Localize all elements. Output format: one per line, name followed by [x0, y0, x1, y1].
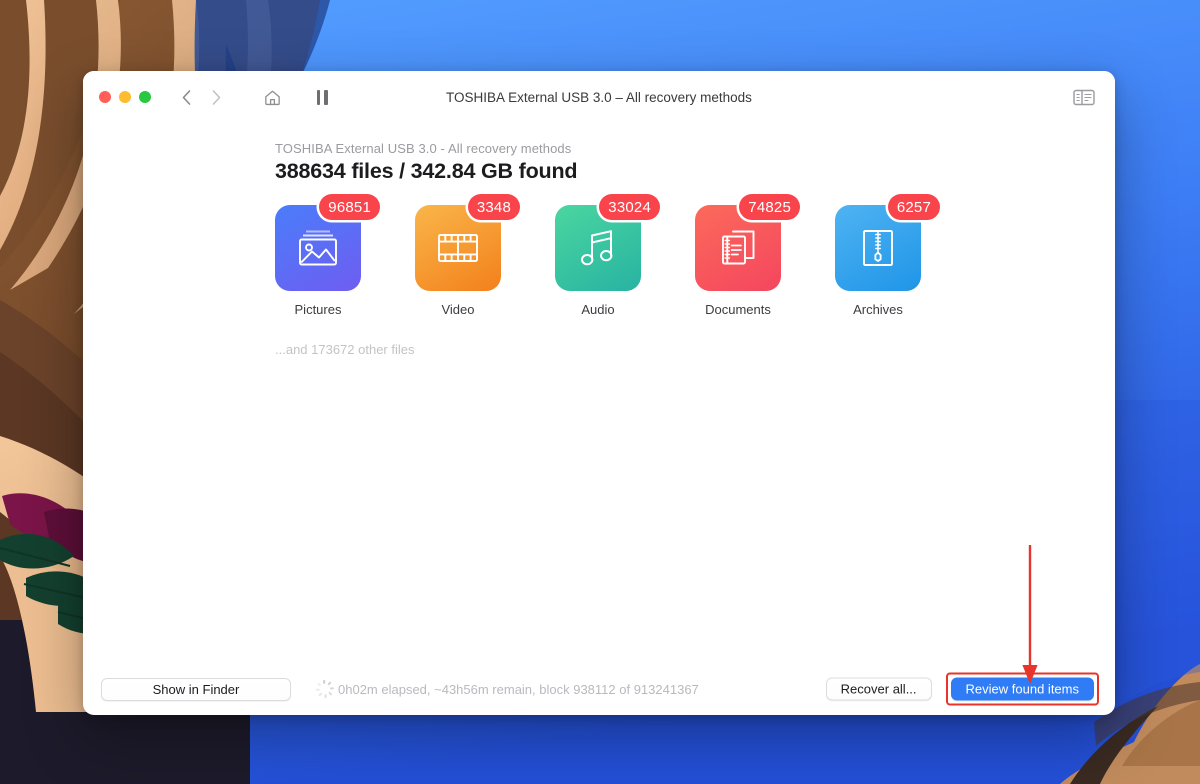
results-panel: TOSHIBA External USB 3.0 - All recovery …	[83, 123, 1115, 663]
sidebar-toggle-icon[interactable]	[1071, 86, 1097, 108]
category-tiles: 96851 Pictures 3348 Video 33024 Audio 74…	[83, 194, 1115, 317]
results-subheading: TOSHIBA External USB 3.0 - All recovery …	[275, 141, 572, 156]
category-badge-count: 33024	[599, 194, 660, 220]
category-badge-count: 74825	[739, 194, 800, 220]
pause-icon[interactable]	[307, 83, 337, 111]
category-label: Audio	[581, 302, 615, 317]
zoom-button[interactable]	[139, 91, 151, 103]
chevron-right-icon[interactable]	[203, 84, 229, 110]
other-files-note: ...and 173672 other files	[275, 342, 415, 357]
home-icon[interactable]	[257, 83, 287, 111]
category-tile-pictures[interactable]: 96851 Pictures	[275, 194, 380, 317]
category-tile-archives[interactable]: 6257 Archives	[835, 194, 940, 317]
window-title: TOSHIBA External USB 3.0 – All recovery …	[446, 89, 752, 105]
app-window: TOSHIBA External USB 3.0 – All recovery …	[83, 71, 1115, 715]
chevron-left-icon[interactable]	[173, 84, 199, 110]
recover-all-button[interactable]: Recover all...	[825, 677, 932, 701]
spinner-icon	[315, 679, 334, 699]
category-badge-count: 6257	[887, 194, 940, 220]
category-label: Pictures	[294, 302, 342, 317]
scan-status-text: 0h02m elapsed, ~43h56m remain, block 938…	[338, 681, 699, 697]
down-arrow-annotation	[1022, 545, 1038, 684]
category-label: Archives	[853, 302, 903, 317]
category-label: Video	[441, 302, 475, 317]
category-tile-video[interactable]: 3348 Video	[415, 194, 520, 317]
traffic-light-controls	[99, 91, 151, 103]
scan-status: 0h02m elapsed, ~43h56m remain, block 938…	[315, 679, 699, 699]
minimize-button[interactable]	[119, 91, 131, 103]
tile-icon-wrapper: 3348	[415, 194, 520, 291]
window-titlebar: TOSHIBA External USB 3.0 – All recovery …	[83, 71, 1115, 123]
results-header: TOSHIBA External USB 3.0 - All recovery …	[83, 141, 1115, 184]
bottom-bar-actions: Recover all... Review found items	[825, 672, 1099, 706]
category-label: Documents	[705, 302, 771, 317]
show-in-finder-button[interactable]: Show in Finder	[101, 677, 291, 701]
tile-icon-wrapper: 96851	[275, 194, 380, 291]
category-tile-audio[interactable]: 33024 Audio	[555, 194, 660, 317]
navigation-buttons	[173, 84, 229, 110]
window-bottom-bar: Show in Finder 0h02m elapsed, ~43h56m re…	[83, 663, 1115, 715]
tile-icon-wrapper: 6257	[835, 194, 940, 291]
close-button[interactable]	[99, 91, 111, 103]
category-tile-documents[interactable]: 74825 Documents	[695, 194, 800, 317]
tile-icon-wrapper: 33024	[555, 194, 660, 291]
category-badge-count: 96851	[319, 194, 380, 220]
tile-icon-wrapper: 74825	[695, 194, 800, 291]
category-badge-count: 3348	[467, 194, 520, 220]
results-heading: 388634 files / 342.84 GB found	[275, 159, 578, 183]
